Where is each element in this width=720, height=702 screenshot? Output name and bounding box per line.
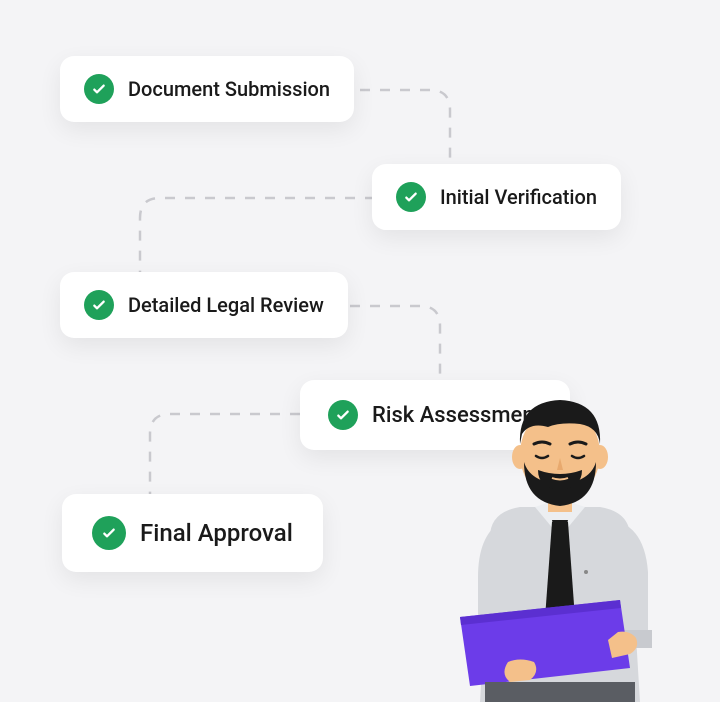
step-document-submission: Document Submission (60, 56, 354, 122)
step-label: Final Approval (140, 519, 293, 547)
check-icon (84, 290, 114, 320)
check-icon (328, 400, 358, 430)
person-illustration (430, 372, 690, 702)
step-label: Initial Verification (440, 185, 597, 209)
check-icon (396, 182, 426, 212)
check-icon (84, 74, 114, 104)
check-icon (92, 516, 126, 550)
step-detailed-legal-review: Detailed Legal Review (60, 272, 348, 338)
step-label: Detailed Legal Review (128, 293, 324, 317)
step-final-approval: Final Approval (62, 494, 323, 572)
step-label: Document Submission (128, 77, 330, 101)
step-initial-verification: Initial Verification (372, 164, 621, 230)
